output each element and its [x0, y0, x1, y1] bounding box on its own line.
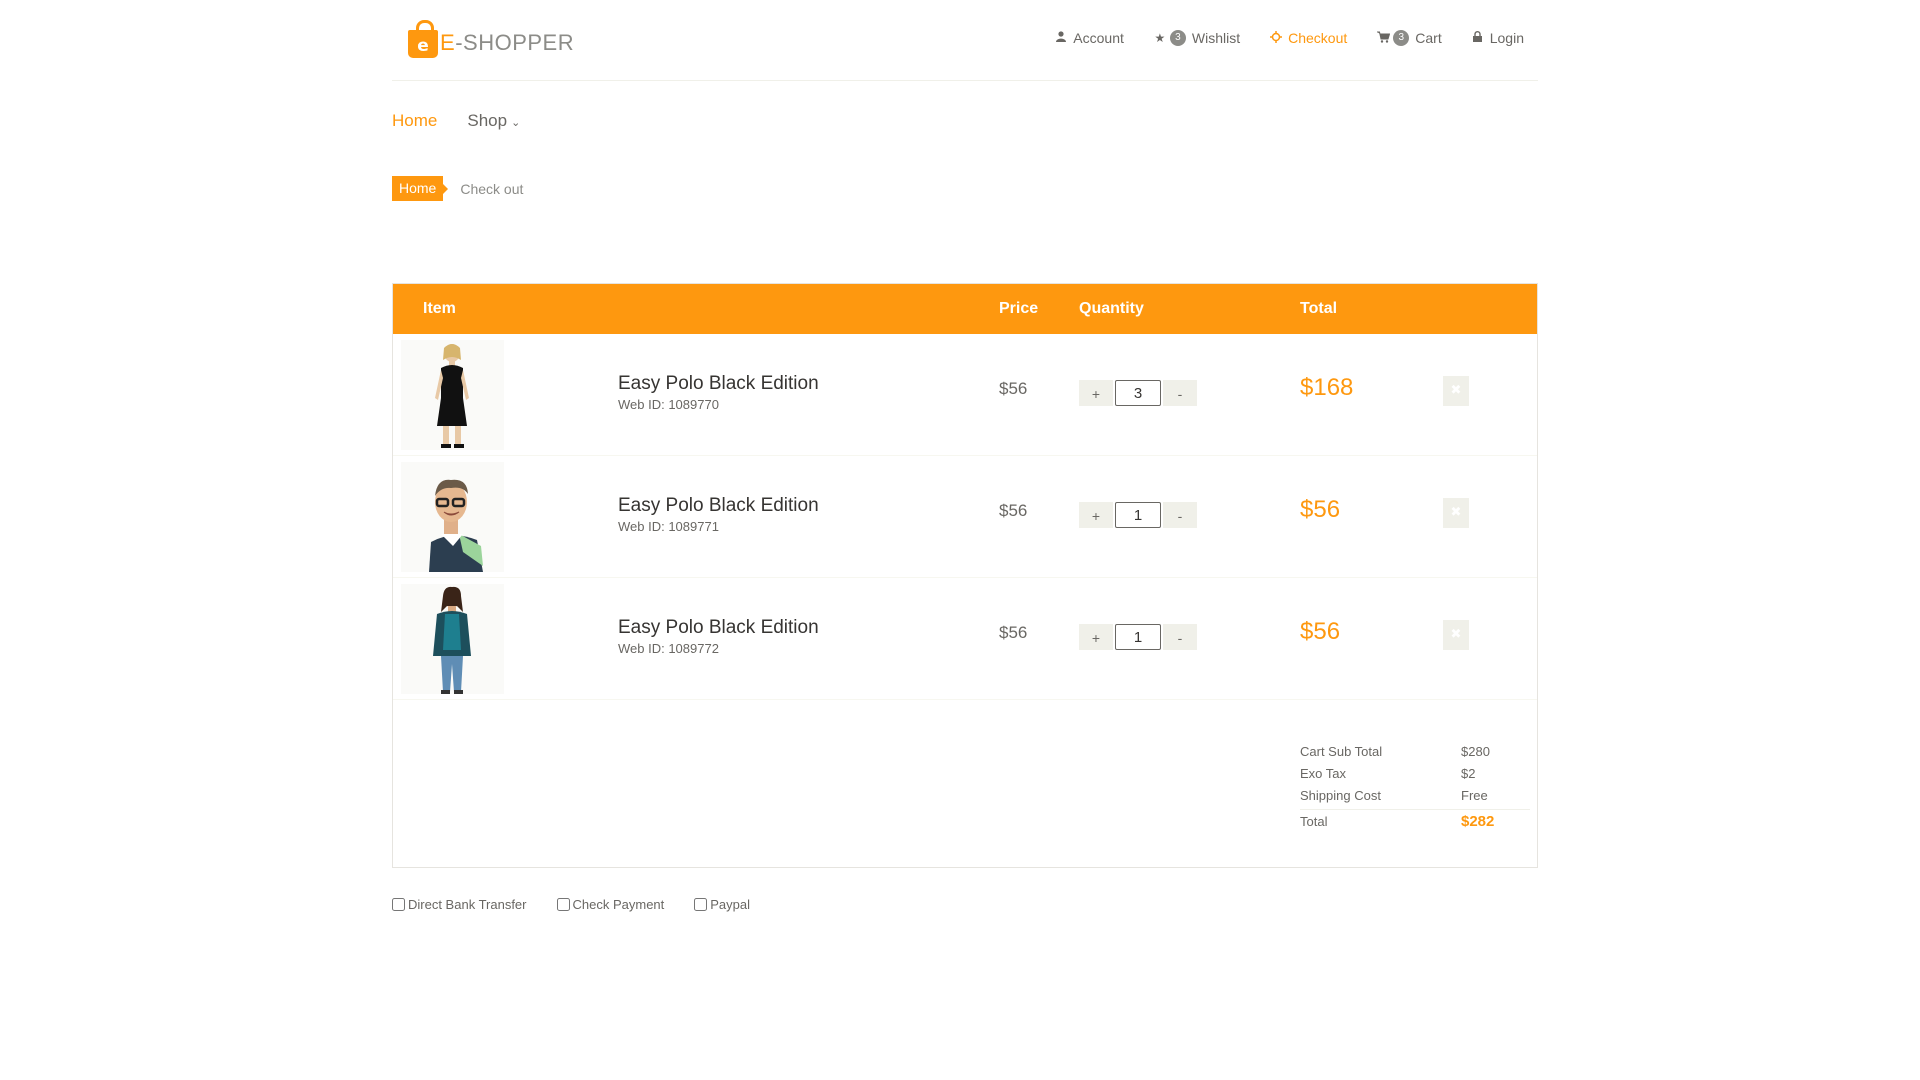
remove-item-button[interactable]: ✖ — [1443, 376, 1469, 406]
product-price: $56 — [999, 623, 1028, 642]
header-price: Price — [999, 300, 1039, 317]
bank-transfer-checkbox[interactable] — [392, 898, 405, 911]
header-total: Total — [1300, 300, 1338, 317]
product-image[interactable] — [401, 584, 504, 694]
product-name[interactable]: Easy Polo Black Edition — [618, 373, 819, 395]
product-name[interactable]: Easy Polo Black Edition — [618, 495, 819, 517]
top-nav-account[interactable]: Account — [1055, 30, 1124, 46]
quantity-decrease-button[interactable]: - — [1163, 380, 1197, 406]
star-icon: ★ — [1154, 31, 1166, 45]
product-name[interactable]: Easy Polo Black Edition — [618, 617, 819, 639]
summary-row: Cart Sub Total $280 — [1300, 741, 1530, 763]
check-payment-checkbox[interactable] — [556, 898, 570, 911]
cart-table: Item Price Quantity Total Easy Polo Blac… — [392, 283, 1538, 868]
top-nav: Account ★ 3 Wishlist Checkout 3 Cart Log… — [1055, 30, 1524, 46]
summary-label: Exo Tax — [1300, 766, 1347, 781]
header-quantity: Quantity — [1079, 300, 1144, 317]
breadcrumb-arrow — [443, 183, 449, 194]
summary-total-value: $282 — [1461, 813, 1495, 830]
row-total: $168 — [1300, 374, 1354, 401]
paypal-checkbox[interactable] — [694, 898, 708, 911]
row-total: $56 — [1300, 496, 1341, 523]
summary-row: Shipping Cost Free — [1300, 785, 1530, 807]
cart-summary: Cart Sub Total $280 Exo Tax $2 Shipping … — [1300, 741, 1530, 834]
cart-count-badge: 3 — [1393, 30, 1410, 46]
close-icon: ✖ — [1450, 505, 1462, 520]
product-web-id: Web ID: 1089771 — [618, 519, 719, 534]
summary-label: Shipping Cost — [1300, 788, 1381, 803]
product-image[interactable] — [401, 462, 504, 572]
summary-label: Total — [1300, 814, 1328, 829]
quantity-decrease-button[interactable]: - — [1163, 624, 1197, 650]
quantity-increase-button[interactable]: + — [1079, 380, 1113, 406]
top-nav-login[interactable]: Login — [1472, 30, 1524, 46]
top-nav-wishlist[interactable]: ★ 3 Wishlist — [1154, 30, 1240, 46]
quantity-input[interactable] — [1115, 380, 1161, 406]
table-row: Easy Polo Black Edition Web ID: 1089770 … — [393, 334, 1537, 456]
top-nav-checkout[interactable]: Checkout — [1270, 30, 1347, 46]
row-total: $56 — [1300, 618, 1341, 645]
top-nav-cart[interactable]: 3 Cart — [1377, 30, 1442, 46]
header-item: Item — [423, 300, 456, 317]
lock-icon — [1472, 31, 1484, 45]
product-web-id: Web ID: 1089772 — [618, 641, 719, 656]
payment-option-bank-transfer[interactable]: Direct Bank Transfer — [392, 897, 527, 912]
cart-table-header: Item Price Quantity Total — [393, 284, 1537, 334]
summary-label: Cart Sub Total — [1300, 744, 1383, 759]
nav-home[interactable]: Home — [392, 111, 437, 135]
payment-option-check[interactable]: Check Payment — [556, 897, 664, 912]
quantity-input[interactable] — [1115, 502, 1161, 528]
remove-item-button[interactable]: ✖ — [1443, 620, 1469, 650]
breadcrumb-current: Check out — [460, 180, 524, 197]
product-price: $56 — [999, 501, 1028, 520]
summary-value: Free — [1461, 788, 1488, 803]
quantity-increase-button[interactable]: + — [1079, 624, 1113, 650]
page-container: e E-SHOPPER Account ★ 3 Wishlist Checkou… — [392, 0, 1538, 912]
table-row: Easy Polo Black Edition Web ID: 1089772 … — [393, 578, 1537, 700]
quantity-stepper: + - — [1079, 624, 1197, 650]
close-icon: ✖ — [1450, 383, 1462, 398]
shopping-cart-icon — [1377, 31, 1391, 46]
close-icon: ✖ — [1450, 627, 1462, 642]
logo[interactable]: e E-SHOPPER — [408, 20, 575, 58]
chevron-down-icon: ⌄ — [511, 116, 521, 129]
quantity-decrease-button[interactable]: - — [1163, 502, 1197, 528]
summary-total-row: Total $282 — [1300, 809, 1530, 834]
quantity-stepper: + - — [1079, 380, 1197, 406]
table-row: Easy Polo Black Edition Web ID: 1089771 … — [393, 456, 1537, 578]
breadcrumb-home[interactable]: Home — [392, 176, 444, 201]
main-nav: Home Shop ⌄ — [392, 111, 1538, 135]
product-web-id: Web ID: 1089770 — [618, 397, 719, 412]
crosshairs-icon — [1270, 30, 1283, 46]
header-top: e E-SHOPPER Account ★ 3 Wishlist Checkou… — [392, 0, 1538, 81]
wishlist-count-badge: 3 — [1169, 30, 1186, 46]
product-image[interactable] — [401, 340, 504, 450]
logo-text: E-SHOPPER — [440, 30, 575, 55]
quantity-input[interactable] — [1115, 624, 1161, 650]
summary-value: $280 — [1461, 744, 1490, 759]
shopping-bag-logo-icon: e — [408, 20, 438, 58]
summary-value: $2 — [1461, 766, 1476, 781]
nav-shop[interactable]: Shop ⌄ — [467, 111, 520, 135]
quantity-stepper: + - — [1079, 502, 1197, 528]
summary-row: Exo Tax $2 — [1300, 763, 1530, 785]
user-icon — [1055, 31, 1067, 45]
quantity-increase-button[interactable]: + — [1079, 502, 1113, 528]
remove-item-button[interactable]: ✖ — [1443, 498, 1469, 528]
breadcrumb: Home Check out — [392, 176, 523, 201]
product-price: $56 — [999, 379, 1028, 398]
payment-options: Direct Bank Transfer Check Payment Paypa… — [392, 897, 750, 912]
payment-option-paypal[interactable]: Paypal — [694, 897, 750, 912]
